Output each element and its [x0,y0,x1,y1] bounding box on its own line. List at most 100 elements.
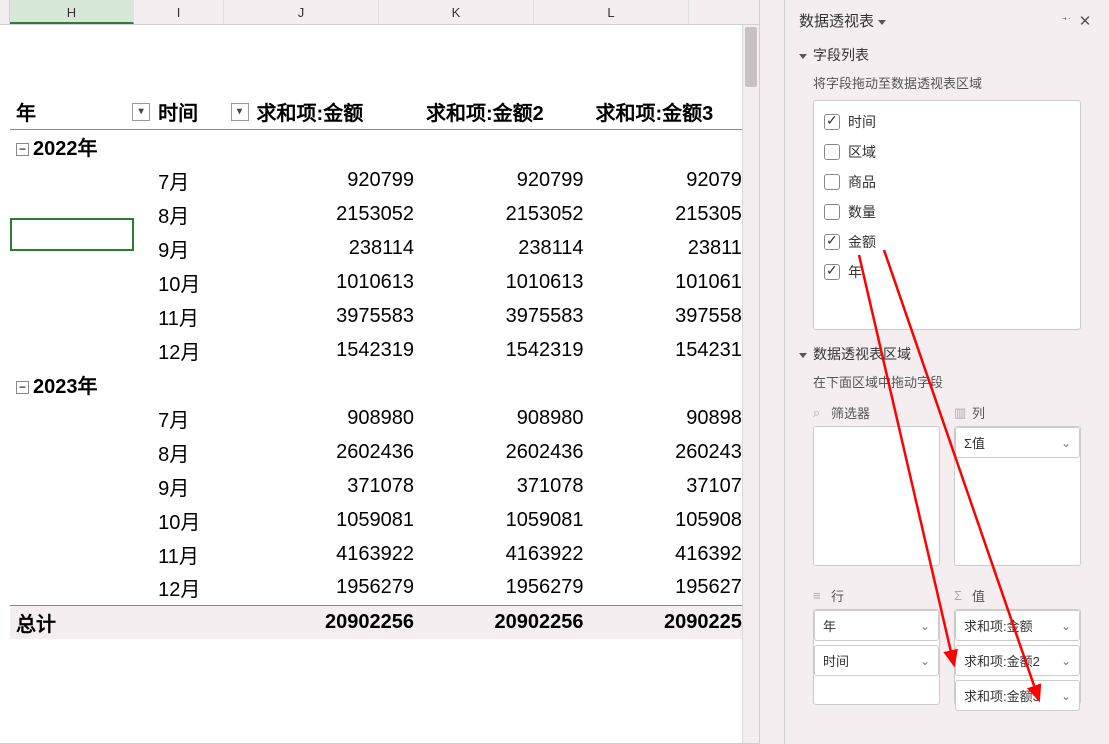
total-label: 总计 [10,605,251,639]
field-list[interactable]: 时间区域商品数量金额年 [813,100,1081,330]
field-item[interactable]: 商品 [822,167,1072,197]
scrollbar-thumb[interactable] [745,27,757,87]
area-values-box[interactable]: 求和项:金额⌄ 求和项:金额2⌄ 求和项:金额3 ⌄ [954,609,1081,705]
area-rows-box[interactable]: 年⌄时间⌄ [813,609,940,705]
field-item[interactable]: 区域 [822,137,1072,167]
checkbox-icon[interactable] [824,144,840,160]
pivot-data-row[interactable]: 12月154231915423191542319 [10,333,759,367]
pivot-header-val2[interactable]: 求和项:金额2 [420,95,589,129]
checkbox-icon[interactable] [824,264,840,280]
pivot-table-wrapper: 年 ▾ 时间 ▾ 求和项:金额 求和项:金额2 求和项:金额3 −2022年7月… [10,25,759,743]
filter-dropdown-icon[interactable]: ▾ [132,103,150,121]
total-val: 20902256 [589,605,759,639]
pill-label: Σ值 [964,433,985,452]
pivot-header-label: 时间 [158,103,198,125]
pivot-areas: ⌕筛选器 ▥列 Σ值⌄ ≡行 年⌄时间⌄ Σ值 求和项:金额⌄求和项:金额2⌄求… [785,399,1109,711]
area-values: Σ值 求和项:金额⌄求和项:金额2⌄求和项:金额3⌄ [954,582,1081,711]
area-rows: ≡行 年⌄时间⌄ [813,582,940,711]
field-item[interactable]: 金额 [822,227,1072,257]
field-item[interactable]: 数量 [822,197,1072,227]
pivot-group-row[interactable]: −2023年 [10,367,759,401]
col-head-K[interactable]: K [379,0,534,24]
total-val: 20902256 [251,605,420,639]
checkbox-icon[interactable] [824,174,840,190]
columns-icon: ▥ [954,405,966,421]
chevron-down-icon[interactable]: ⌄ [1061,654,1071,668]
field-label: 时间 [848,112,876,132]
pivot-data-row[interactable]: 9月371078371078371078 [10,469,759,503]
chevron-down-icon[interactable]: ⌄ [1061,689,1071,703]
col-head-H[interactable]: H [10,0,134,24]
area-filter: ⌕筛选器 [813,399,940,572]
pin-icon[interactable] [1055,12,1075,30]
pivot-data-row[interactable]: 9月238114238114238114 [10,231,759,265]
area-pill[interactable]: 求和项:金额3 ⌄ [955,680,1080,711]
area-columns-box[interactable]: Σ值 ⌄ [954,426,1081,566]
area-pill[interactable]: 年⌄ [814,610,939,641]
spreadsheet-area: H I J K L 年 ▾ 时间 ▾ 求和项:金额 求和项:金额2 求和项:金额… [0,0,760,744]
chevron-down-icon[interactable]: ⌄ [1061,619,1071,633]
pivot-data-row[interactable]: 8月260243626024362602436 [10,435,759,469]
chevron-down-icon[interactable] [878,20,886,25]
col-head-J[interactable]: J [224,0,379,24]
field-item[interactable]: 时间 [822,107,1072,137]
section-areas-title[interactable]: 数据透视表区域 [785,340,1109,368]
panel-header: 数据透视表 ✕ [785,0,1109,41]
filter-dropdown-icon[interactable]: ▾ [231,103,249,121]
pivot-header-time[interactable]: 时间 ▾ [152,95,250,129]
field-label: 商品 [848,172,876,192]
pill-label: 年 [823,616,836,635]
pivot-table[interactable]: 年 ▾ 时间 ▾ 求和项:金额 求和项:金额2 求和项:金额3 −2022年7月… [10,25,759,639]
collapse-icon[interactable]: − [16,381,29,394]
vertical-scrollbar[interactable] [742,25,759,743]
section-fields-title[interactable]: 字段列表 [785,41,1109,69]
pivot-header-val3[interactable]: 求和项:金额3 [589,95,759,129]
col-head-I[interactable]: I [134,0,224,24]
fields-hint: 将字段拖动至数据透视表区域 [785,69,1109,100]
pivot-group-row[interactable]: −2022年 [10,129,759,163]
field-label: 区域 [848,142,876,162]
area-pill[interactable]: 求和项:金额2⌄ [955,645,1080,676]
pivot-data-row[interactable]: 10月101061310106131010613 [10,265,759,299]
filter-icon: ⌕ [813,405,825,421]
areas-hint: 在下面区域中拖动字段 [785,368,1109,399]
pivot-data-row[interactable]: 8月215305221530522153052 [10,197,759,231]
area-pill[interactable]: Σ值 ⌄ [955,427,1080,458]
area-pill[interactable]: 求和项:金额⌄ [955,610,1080,641]
sigma-icon: Σ [954,588,966,603]
area-columns: ▥列 Σ值⌄ [954,399,1081,572]
collapse-icon[interactable]: − [16,143,29,156]
rows-icon: ≡ [813,588,825,603]
checkbox-icon[interactable] [824,204,840,220]
area-pill[interactable]: 时间⌄ [814,645,939,676]
chevron-down-icon [799,54,807,59]
chevron-down-icon[interactable]: ⌄ [920,654,930,668]
pill-label: 求和项:金额3 [964,686,1040,705]
pivot-header-year[interactable]: 年 ▾ [10,95,152,129]
field-label: 年 [848,262,862,282]
checkbox-icon[interactable] [824,114,840,130]
pivot-data-row[interactable]: 10月105908110590811059081 [10,503,759,537]
pivot-side-panel: 数据透视表 ✕ 字段列表 将字段拖动至数据透视表区域 时间区域商品数量金额年 数… [784,0,1109,744]
pivot-total-row[interactable]: 总计 20902256 20902256 20902256 [10,605,759,639]
chevron-down-icon[interactable]: ⌄ [1061,436,1071,450]
pivot-data-row[interactable]: 7月920799920799920799 [10,163,759,197]
col-head-L[interactable]: L [534,0,689,24]
area-filter-box[interactable] [813,426,940,566]
chevron-down-icon [799,353,807,358]
field-item[interactable]: 年 [822,257,1072,287]
pivot-header-label: 年 [16,103,36,125]
column-headers: H I J K L [0,0,759,25]
close-icon[interactable]: ✕ [1075,12,1095,30]
pivot-data-row[interactable]: 12月195627919562791956279 [10,571,759,605]
pivot-header-row: 年 ▾ 时间 ▾ 求和项:金额 求和项:金额2 求和项:金额3 [10,95,759,129]
checkbox-icon[interactable] [824,234,840,250]
field-label: 数量 [848,202,876,222]
pivot-header-val1[interactable]: 求和项:金额 [251,95,420,129]
pivot-data-row[interactable]: 11月416392241639224163922 [10,537,759,571]
row-header-gutter [0,0,10,24]
chevron-down-icon[interactable]: ⌄ [920,619,930,633]
pivot-data-row[interactable]: 7月908980908980908980 [10,401,759,435]
pivot-data-row[interactable]: 11月397558339755833975583 [10,299,759,333]
panel-title: 数据透视表 [799,10,1055,31]
